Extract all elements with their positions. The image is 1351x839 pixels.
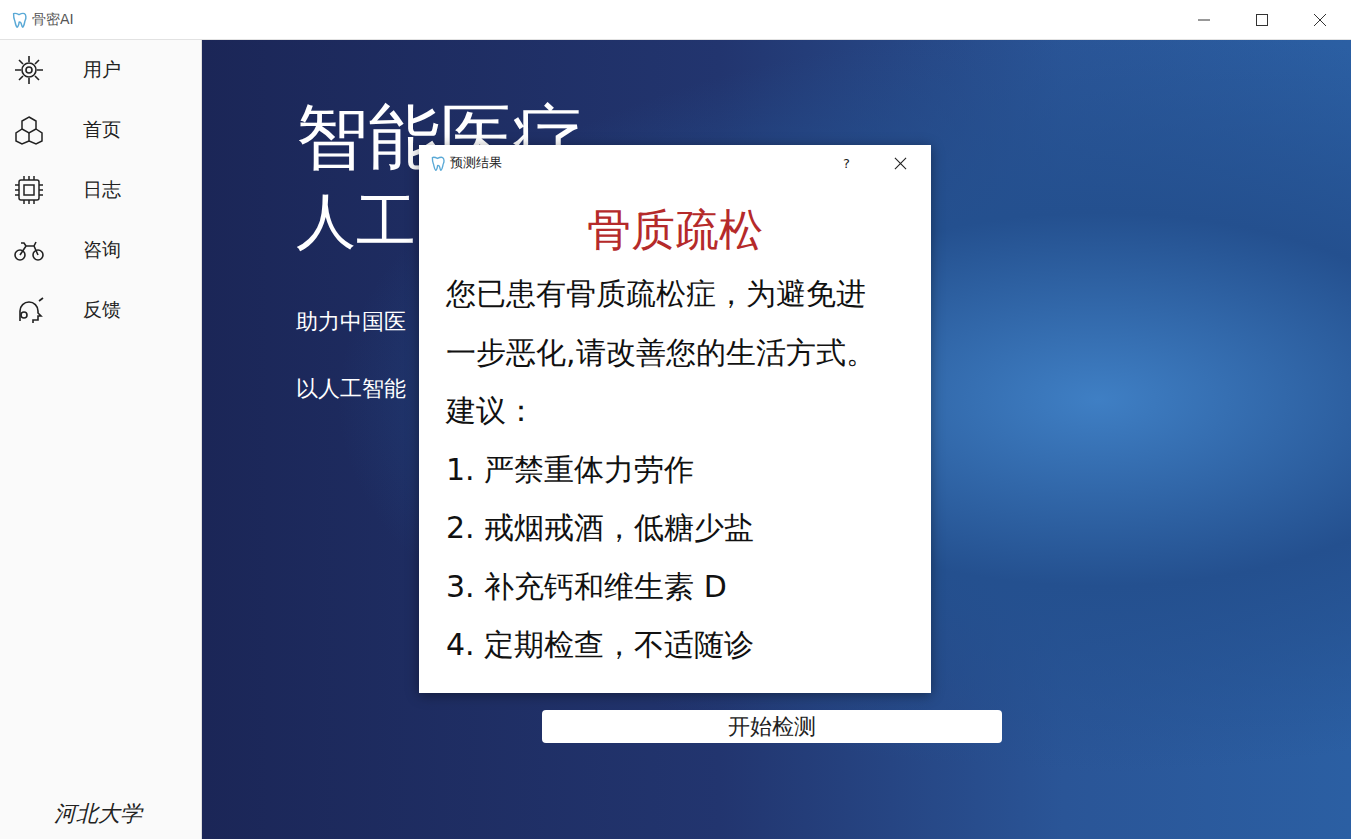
brain-icon: [12, 293, 46, 327]
message-line: 您已患有骨质疏松症，为避免进: [446, 265, 931, 324]
advice-item: 2. 戒烟戒酒，低糖少盐: [446, 499, 931, 558]
close-icon[interactable]: [1313, 13, 1327, 27]
result-dialog: 预测结果? 骨质疏松您已患有骨质疏松症，为避免进一步恶化,请改善您的生活方式。建议…: [419, 145, 931, 693]
maximize-icon[interactable]: [1255, 13, 1269, 27]
sidebar-label: 日志: [83, 177, 121, 203]
minimize-icon[interactable]: [1197, 13, 1211, 27]
advice-item: 1. 严禁重体力劳作: [446, 441, 931, 500]
dialog-title: 预测结果: [450, 154, 502, 172]
help-button[interactable]: ?: [843, 156, 850, 171]
sidebar-footer: 河北大学: [0, 797, 201, 839]
sidebar-item[interactable]: 咨询: [0, 220, 201, 280]
sidebar-item[interactable]: 日志: [0, 160, 201, 220]
sidebar-label: 首页: [83, 117, 121, 143]
tooth-icon: [429, 155, 446, 172]
sidebar-item[interactable]: 用户: [0, 40, 201, 100]
sidebar-label: 反馈: [83, 297, 121, 323]
sidebar-label: 咨询: [83, 237, 121, 263]
gear-icon: [12, 53, 46, 87]
window-title: 骨密AI: [32, 11, 74, 29]
sidebar-item[interactable]: 反馈: [0, 280, 201, 340]
start-button[interactable]: 开始检测: [542, 710, 1002, 743]
advice-item: 4. 定期检查，不适随诊: [446, 616, 931, 675]
close-icon[interactable]: [894, 157, 907, 170]
dialog-title-bar: 预测结果?: [419, 145, 931, 181]
chip-icon: [12, 173, 46, 207]
sidebar: 用户首页日志咨询反馈河北大学: [0, 40, 202, 839]
sidebar-item[interactable]: 首页: [0, 100, 201, 160]
cubes-icon: [12, 113, 46, 147]
tooth-icon: [10, 11, 28, 29]
diagnosis-title: 骨质疏松: [446, 195, 931, 265]
advice-label: 建议：: [446, 382, 931, 441]
message-line: 一步恶化,请改善您的生活方式。: [446, 324, 931, 383]
hero-panel: 智能医疗人工助力中国医以人工智能开始检测预测结果?骨质疏松您已患有骨质疏松症，为…: [202, 40, 1351, 839]
title-bar: 骨密AI: [0, 0, 1351, 40]
app-window: 骨密AI用户首页日志咨询反馈河北大学智能医疗人工助力中国医以人工智能开始检测预测…: [0, 0, 1351, 839]
sidebar-label: 用户: [83, 57, 121, 83]
advice-item: 3. 补充钙和维生素 D: [446, 558, 931, 617]
bike-icon: [12, 233, 46, 267]
